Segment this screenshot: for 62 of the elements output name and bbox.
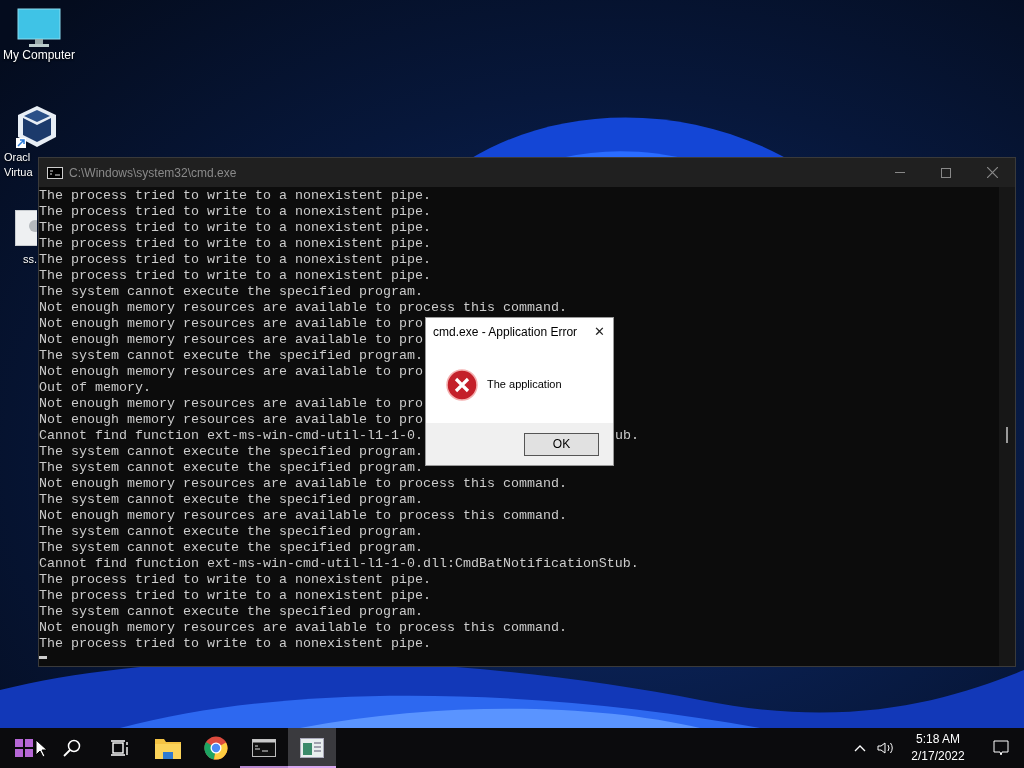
close-button[interactable]: ✕ <box>585 319 613 345</box>
console-line: Cannot find function ext-ms-win-cmd-util-l1-1-0.dll:CmdBatNotificationStub. <box>39 556 639 571</box>
console-line: The process tried to write to a nonexistent pipe. <box>39 252 431 267</box>
maximize-icon <box>941 167 951 178</box>
console-line: The process tried to write to a nonexistent pipe. <box>39 204 431 219</box>
console-line: The system cannot execute the specified program. <box>39 444 423 459</box>
error-icon <box>446 368 478 401</box>
error-message: The application <box>487 377 562 393</box>
scrollbar[interactable] <box>999 187 1015 666</box>
chevron-up-icon <box>854 744 866 752</box>
scrollbar-thumb[interactable] <box>1006 427 1008 443</box>
terminal-icon <box>252 739 276 757</box>
minimize-icon <box>895 172 905 173</box>
console-line: The system cannot execute the specified program. <box>39 348 423 363</box>
console-line: Not enough memory resources are available to process this command. <box>39 476 567 491</box>
console-line: The system cannot execute the specified program. <box>39 492 423 507</box>
taskbar-button[interactable] <box>288 728 336 768</box>
console-line: The process tried to write to a nonexistent pipe. <box>39 636 431 651</box>
speech-bubble-icon <box>993 740 1009 756</box>
icon-label: Oracl <box>4 150 31 165</box>
cube-icon[interactable] <box>15 104 59 150</box>
console-line: The system cannot execute the specified program. <box>39 524 423 539</box>
console-line: Not enough memory resources are available to pro <box>39 412 423 427</box>
icon-label: Virtua <box>4 165 33 180</box>
console-line: The process tried to write to a nonexistent pipe. <box>39 572 431 587</box>
text-cursor <box>39 656 47 659</box>
monitor-icon[interactable] <box>17 8 61 48</box>
console-line: The process tried to write to a nonexistent pipe. <box>39 588 431 603</box>
console-line: The system cannot execute the specified program. <box>39 540 423 555</box>
console-line: The system cannot execute the specified program. <box>39 460 423 475</box>
console-line: ub. <box>615 428 639 444</box>
console-line: Not enough memory resources are available to pro <box>39 332 423 347</box>
console-line: The process tried to write to a nonexistent pipe. <box>39 236 431 251</box>
console-icon <box>47 166 63 179</box>
speaker-icon <box>876 741 894 755</box>
ok-button[interactable]: OK <box>524 432 599 456</box>
search-icon <box>63 739 81 757</box>
task-view-icon <box>111 739 129 757</box>
console-line: The process tried to write to a nonexistent pipe. <box>39 188 431 203</box>
chrome-icon <box>204 736 228 760</box>
icon-label: ss. <box>23 252 38 267</box>
icon-label: My Computer <box>3 48 75 63</box>
console-line: The system cannot execute the specified program. <box>39 284 423 299</box>
console-line: The process tried to write to a nonexistent pipe. <box>39 220 431 235</box>
windows-logo-icon <box>15 739 33 757</box>
console-line: Not enough memory resources are available to process this command. <box>39 508 567 523</box>
console-line: Not enough memory resources are available to pro <box>39 396 423 411</box>
pointer-icon <box>35 739 47 758</box>
dialog-title: cmd.exe - Application Error <box>433 324 578 341</box>
console-line: Cannot find function ext-ms-win-cmd-util-l1-1-0. <box>39 428 423 443</box>
close-icon <box>986 167 998 178</box>
window-app-icon <box>300 738 324 758</box>
clock[interactable]: 5:18 AM 2/17/2022 <box>898 728 978 768</box>
console-line: Out of memory. <box>39 380 151 395</box>
console-line: Not enough memory resources are available to pro <box>39 364 423 379</box>
folder-icon <box>155 737 181 759</box>
console-line: Not enough memory resources are available to pro <box>39 316 423 331</box>
window-title: C:\Windows\system32\cmd.exe <box>69 164 237 182</box>
console-line: Not enough memory resources are available to process this command. <box>39 620 567 635</box>
console-line: The process tried to write to a nonexistent pipe. <box>39 268 431 283</box>
console-line: Not enough memory resources are available to process this command. <box>39 300 567 315</box>
console-line: The system cannot execute the specified program. <box>39 604 423 619</box>
